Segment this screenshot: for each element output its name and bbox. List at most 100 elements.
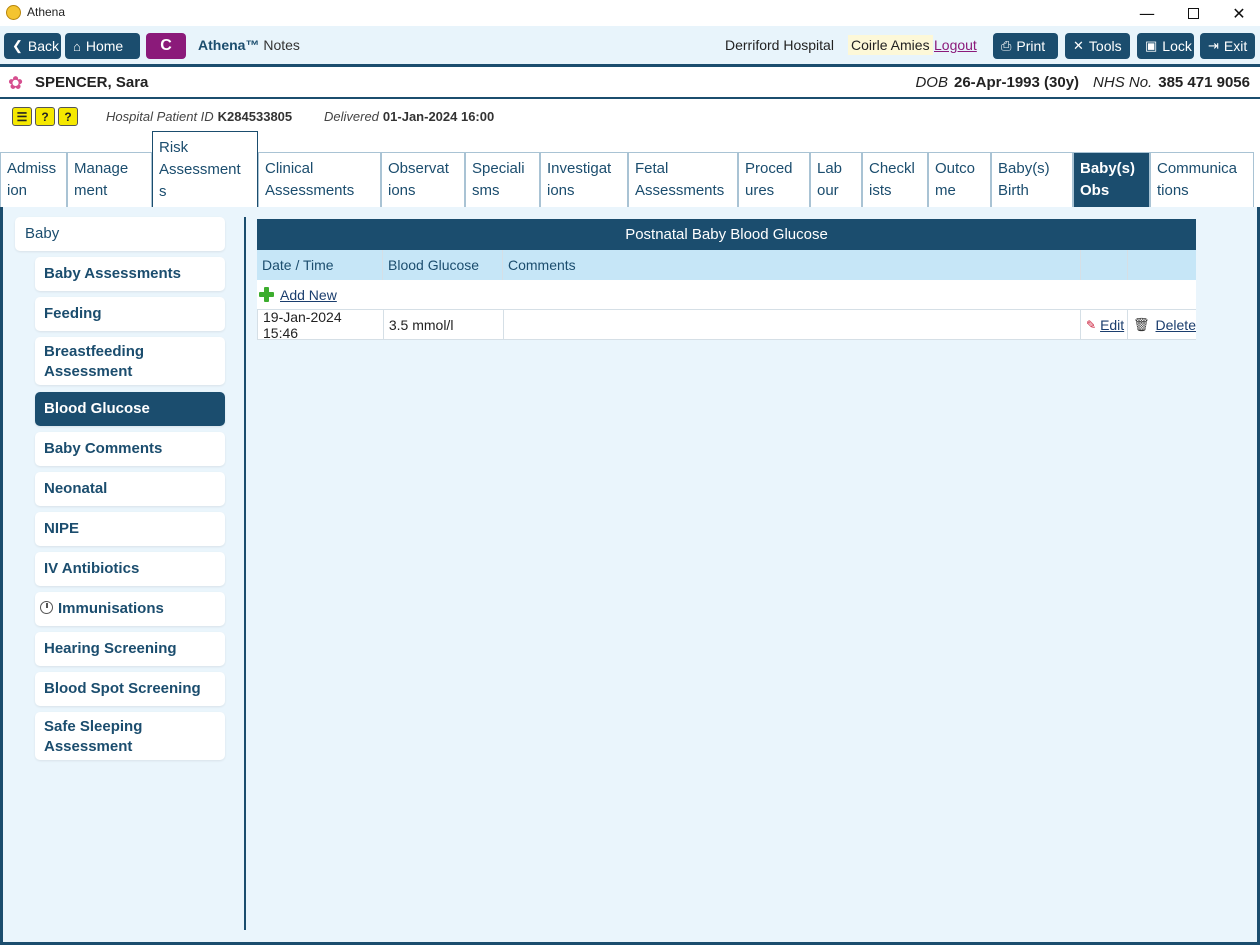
back-button[interactable]: ❮ Back (4, 33, 61, 59)
home-icon: ⌂ (73, 38, 81, 54)
alert-question-icon[interactable]: ? (35, 107, 55, 126)
add-new-link[interactable]: Add New (280, 287, 337, 303)
tab-label-line: s (159, 183, 167, 200)
tab-label-line: sms (472, 182, 500, 199)
trash-icon: 🗑 (1133, 316, 1150, 332)
tools-icon: ✕ (1073, 38, 1084, 53)
tab-risk-assessments[interactable]: Risk Assessment s (152, 131, 258, 207)
print-button[interactable]: ⎙ Print (993, 33, 1058, 59)
tab-label-line: tions (1157, 182, 1189, 199)
alert-list-icon[interactable]: ☰ (12, 107, 32, 126)
back-label: Back (27, 38, 60, 54)
logout-link[interactable]: Logout (934, 37, 977, 53)
hospital-name: Derriford Hospital (725, 37, 834, 53)
table-title: Postnatal Baby Blood Glucose (257, 219, 1196, 250)
vertical-divider (244, 217, 246, 930)
tools-button[interactable]: ✕ Tools (1065, 33, 1130, 59)
tab-procedures[interactable]: Proced ures (738, 152, 810, 207)
tab-label-line: Speciali (472, 160, 525, 177)
tab-label-line: ion (7, 182, 28, 199)
cell-comments (504, 310, 1081, 339)
tab-fetal-assessments[interactable]: Fetal Assessments (628, 152, 738, 207)
sidebar-item-neonatal[interactable]: Neonatal (35, 472, 225, 506)
sidebar-item-breastfeeding-assessment[interactable]: Breastfeeding Assessment (35, 337, 225, 385)
exit-button[interactable]: ⇥ Exit (1200, 33, 1255, 59)
chevron-left-icon: ❮ (12, 38, 23, 53)
printer-icon: ⎙ (1001, 38, 1012, 53)
tab-communications[interactable]: Communica tions (1150, 152, 1254, 207)
nhs-value: 385 471 9056 (1158, 74, 1250, 91)
sidebar-item-blood-glucose[interactable]: Blood Glucose (35, 392, 225, 426)
sidebar-parent-baby[interactable]: Baby (15, 217, 225, 251)
tab-clinical-assessments[interactable]: Clinical Assessments (258, 152, 381, 207)
tab-babys-birth[interactable]: Baby(s) Birth (991, 152, 1073, 207)
column-header-comments: Comments (503, 250, 1081, 280)
tab-label-line: Lab (817, 160, 843, 177)
tab-label-line: Outco (935, 160, 976, 177)
edit-link[interactable]: Edit (1100, 317, 1124, 333)
sidebar-item-feeding[interactable]: Feeding (35, 297, 225, 331)
column-header-edit (1081, 250, 1128, 280)
patient-demographics: DOB 26-Apr-1993 (30y) NHS No. 385 471 9056 (915, 74, 1250, 91)
immunisations-label: Immunisations (58, 600, 164, 617)
sidebar-item-hearing-screening[interactable]: Hearing Screening (35, 632, 225, 666)
column-header-datetime: Date / Time (257, 250, 383, 280)
tab-label-line: Clinical (265, 160, 314, 177)
athena-logo-icon (6, 5, 21, 20)
close-button[interactable]: ✕ (1216, 0, 1260, 26)
tab-label-line: ions (547, 182, 575, 199)
tab-admission[interactable]: Admiss ion (0, 152, 67, 207)
tab-outcome[interactable]: Outco me (928, 152, 991, 207)
print-label: Print (1016, 38, 1046, 54)
toolbar: ❮ Back ⌂ Home C Athena™ Notes Derriford … (0, 26, 1260, 64)
tab-management[interactable]: Manage ment (67, 152, 152, 207)
window-titlebar: Athena — ✕ (0, 0, 1260, 26)
tab-label-line: ists (869, 182, 892, 199)
tab-label-line: Fetal (635, 160, 669, 177)
table-header: Date / Time Blood Glucose Comments (257, 250, 1196, 280)
home-button[interactable]: ⌂ Home (65, 33, 140, 59)
tab-label-line: Communica (1157, 160, 1238, 177)
tab-specialisms[interactable]: Speciali sms (465, 152, 540, 207)
delete-link[interactable]: Delete (1156, 317, 1196, 333)
tab-labour[interactable]: Lab our (810, 152, 862, 207)
brand-name: Athena™ (198, 37, 260, 53)
delivered-label: Delivered (324, 109, 379, 124)
lock-button[interactable]: ▣ Lock (1137, 33, 1194, 59)
maximize-button[interactable] (1170, 0, 1216, 26)
alert-question-icon[interactable]: ? (58, 107, 78, 126)
minimize-button[interactable]: — (1124, 0, 1170, 26)
sidebar-item-immunisations[interactable]: Immunisations (35, 592, 225, 626)
hospital-id: Hospital Patient ID K284533805 (106, 109, 292, 124)
tab-label-line: our (817, 182, 839, 199)
cell-datetime: 19-Jan-2024 15:46 (258, 309, 384, 341)
tab-label-line: Assessments (265, 182, 355, 199)
c-button[interactable]: C (146, 33, 186, 59)
tab-label-line: Birth (998, 182, 1029, 199)
tab-label-line: Admiss (7, 160, 57, 177)
tab-label-line: ment (74, 182, 108, 199)
sidebar-item-baby-assessments[interactable]: Baby Assessments (35, 257, 225, 291)
sidebar-item-safe-sleeping-assessment[interactable]: Safe Sleeping Assessment (35, 712, 225, 760)
tab-babys-obs[interactable]: Baby(s) Obs (1073, 152, 1150, 207)
sidebar-item-iv-antibiotics[interactable]: IV Antibiotics (35, 552, 225, 586)
tab-investigations[interactable]: Investigat ions (540, 152, 628, 207)
cell-edit: ✎ Edit (1081, 310, 1128, 339)
patient-name: SPENCER, Sara (35, 74, 149, 91)
nhs-label: NHS No. (1093, 74, 1153, 91)
add-new-row: Add New (257, 280, 1196, 310)
sidebar-item-nipe[interactable]: NIPE (35, 512, 225, 546)
tab-label-line: Baby(s) (998, 160, 1050, 177)
column-header-glucose: Blood Glucose (383, 250, 503, 280)
sidebar-item-blood-spot-screening[interactable]: Blood Spot Screening (35, 672, 225, 706)
patient-info-row: ☰ ? ? Hospital Patient ID K284533805 Deli… (0, 101, 1260, 133)
brand-suffix: Notes (263, 37, 300, 53)
lock-icon: ▣ (1145, 38, 1158, 53)
sidebar-item-baby-comments[interactable]: Baby Comments (35, 432, 225, 466)
cell-delete: 🗑 Delete (1128, 310, 1196, 339)
table-row: 19-Jan-2024 15:46 3.5 mmol/l ✎ Edit 🗑 De… (257, 309, 1196, 341)
tab-checklists[interactable]: Checkl ists (862, 152, 928, 207)
home-label: Home (85, 38, 124, 54)
tab-observations[interactable]: Observat ions (381, 152, 465, 207)
tab-label-line: Checkl (869, 160, 915, 177)
